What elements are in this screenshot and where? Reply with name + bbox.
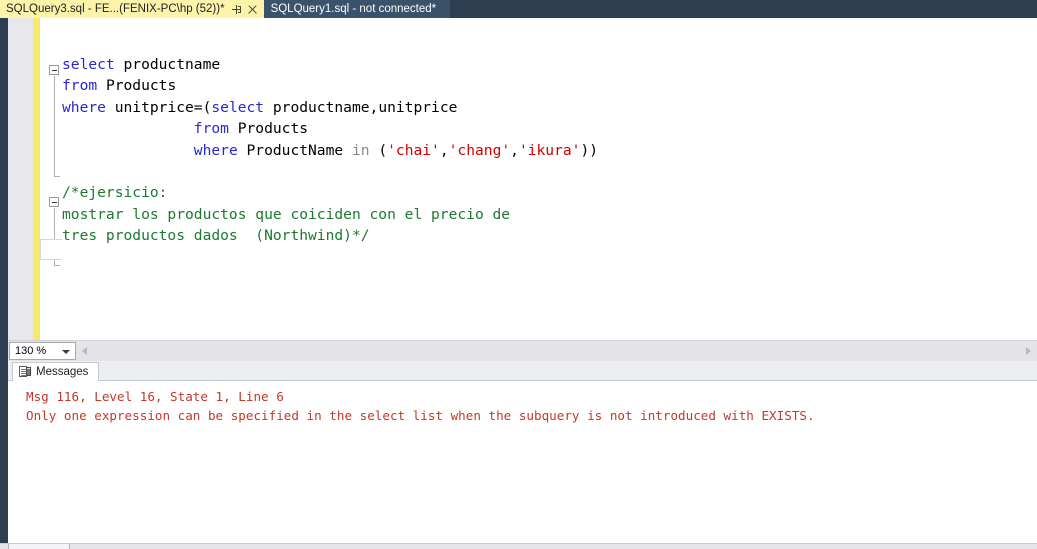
code-line: /*ejersicio: [62, 182, 598, 203]
code-line: where unitprice=(select productname,unit… [62, 97, 598, 118]
code-token: in [351, 141, 370, 159]
results-tab-row: Messages [8, 361, 1037, 381]
tab-sqlquery1-label: SQLQuery1.sql - not connected* [270, 3, 437, 15]
code-line: tres productos dados (Northwind)*/ [62, 225, 598, 246]
code-token: select [62, 56, 115, 73]
indicator-margin [8, 18, 33, 340]
code-token: productname,unitprice [264, 98, 458, 116]
fold-guide-query [53, 76, 55, 176]
code-line: from Products [62, 75, 598, 96]
tab-sqlquery3[interactable]: SQLQuery3.sql - FE...(FENIX-PC\hp (52))* [0, 0, 264, 18]
tab-sqlquery3-icons [231, 4, 258, 15]
scroll-right-button[interactable] [1020, 341, 1037, 362]
editor-tab-strip: SQLQuery3.sql - FE...(FENIX-PC\hp (52))*… [0, 0, 1037, 18]
scroll-right-arrow-icon [1026, 347, 1031, 355]
code-token: 'chang' [448, 141, 511, 159]
zoom-level-value: 130 % [15, 345, 47, 357]
chevron-down-icon[interactable] [62, 350, 70, 354]
code-token: , [510, 141, 519, 159]
code-line: where ProductName in ('chai','chang','ik… [62, 140, 598, 161]
code-line: mostrar los productos que coiciden con e… [62, 204, 598, 225]
code-token: )) [580, 141, 599, 159]
message-line: Only one expression can be specified in … [26, 408, 815, 423]
code-token: Products [97, 77, 177, 95]
status-bar-chip [8, 544, 70, 549]
code-token: from [193, 120, 229, 138]
tab-messages-label: Messages [36, 366, 89, 378]
code-token: where [62, 98, 106, 116]
code-token: Products [228, 120, 309, 138]
messages-output[interactable]: Msg 116, Level 16, State 1, Line 6 Only … [8, 381, 1037, 543]
code-token: , [439, 141, 449, 159]
code-token: mostrar los productos que coiciden con e… [62, 205, 511, 223]
change-tracking-bar [33, 18, 40, 340]
pin-icon[interactable] [231, 4, 242, 15]
code-token: 'ikura' [518, 141, 581, 159]
horizontal-scrollbar-track[interactable] [93, 340, 1020, 362]
tab-messages[interactable]: Messages [12, 362, 100, 381]
code-line: select productname [62, 54, 598, 75]
results-pane: Messages Msg 116, Level 16, State 1, Lin… [8, 361, 1037, 543]
left-dock-rail [0, 18, 8, 543]
messages-icon [19, 366, 31, 378]
zoom-level-select[interactable]: 130 % [9, 342, 76, 360]
code-token: select [211, 98, 265, 116]
code-token: unitprice=( [105, 98, 212, 116]
scroll-left-arrow-icon [82, 347, 87, 355]
sql-editor[interactable]: select productname from Products where uni… [8, 18, 1037, 340]
status-bar [0, 543, 1037, 549]
fold-guide-query-end [53, 176, 60, 177]
code-token: productname [114, 56, 221, 73]
scroll-left-button[interactable] [76, 341, 93, 362]
code-surface[interactable]: select productname from Products where uni… [62, 18, 1037, 340]
code-token: ProductName [237, 141, 352, 159]
editor-horizontal-bar: 130 % [8, 340, 1037, 362]
close-icon[interactable] [247, 4, 258, 15]
fold-toggle-comment[interactable] [49, 197, 59, 207]
fold-guide-comment-end [53, 265, 60, 266]
fold-toggle-query[interactable] [49, 65, 59, 75]
code-token: ( [369, 141, 388, 159]
code-line: from Products [62, 118, 598, 139]
code-token: /*ejersicio: [62, 184, 168, 202]
ssms-window: SQLQuery3.sql - FE...(FENIX-PC\hp (52))*… [0, 0, 1037, 549]
code-token: 'chai' [387, 141, 440, 159]
code-token: where [193, 141, 238, 159]
code-text: select productname from Products where uni… [62, 54, 598, 247]
message-line: Msg 116, Level 16, State 1, Line 6 [26, 389, 284, 404]
code-token: from [62, 77, 98, 95]
tab-sqlquery3-label: SQLQuery3.sql - FE...(FENIX-PC\hp (52))* [6, 3, 225, 15]
code-token: tres productos dados (Northwind)*/ [62, 227, 370, 245]
code-folding-margin[interactable] [40, 18, 62, 340]
tab-sqlquery1[interactable]: SQLQuery1.sql - not connected* [263, 0, 451, 18]
